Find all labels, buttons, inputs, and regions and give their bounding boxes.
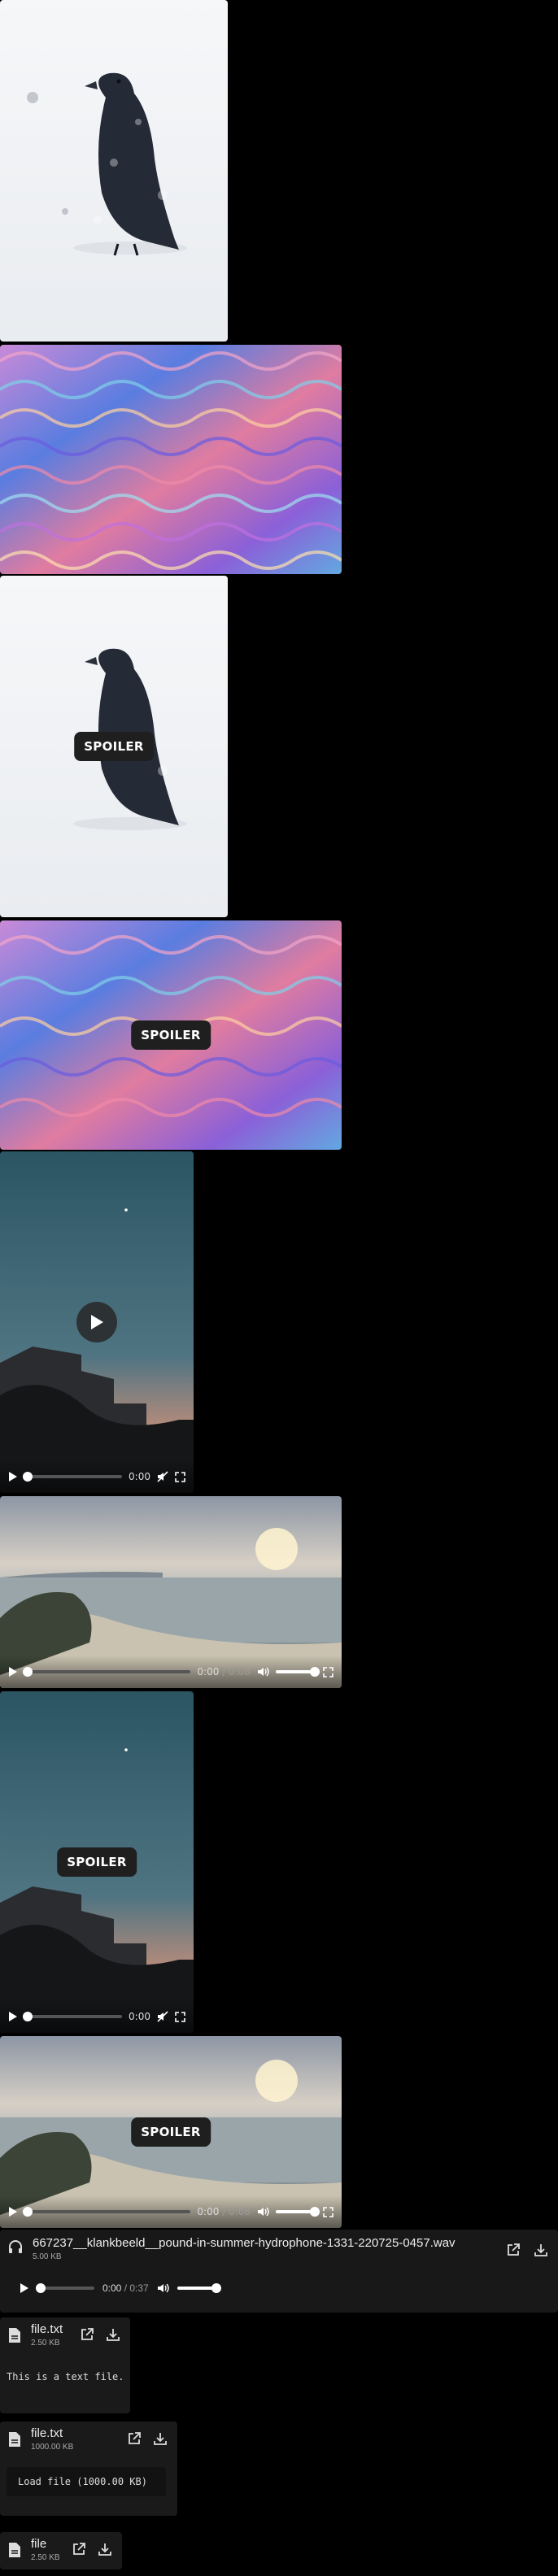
play-icon[interactable]	[8, 2011, 18, 2022]
seek-knob[interactable]	[23, 1667, 33, 1677]
audio-time: 0:00 / 0:37	[102, 2282, 149, 2294]
video-portrait[interactable]: 0:00	[0, 1151, 194, 1493]
waves-image[interactable]	[0, 345, 342, 574]
video-time-current: 0:00	[197, 2206, 220, 2217]
file-icon	[8, 2431, 21, 2448]
play-icon	[91, 1315, 103, 1329]
open-external-icon[interactable]	[80, 2327, 94, 2342]
fullscreen-icon[interactable]	[323, 2206, 333, 2217]
volume-icon[interactable]	[257, 1666, 269, 1677]
volume-slider[interactable]	[276, 2207, 320, 2217]
file-icon	[8, 2327, 21, 2343]
file-size: 1000.00 KB	[31, 2443, 74, 2452]
fullscreen-icon[interactable]	[323, 1666, 333, 1677]
play-icon[interactable]	[8, 1471, 18, 1482]
open-external-icon[interactable]	[72, 2542, 86, 2556]
download-icon[interactable]	[153, 2431, 168, 2446]
spoiler-label[interactable]: SPOILER	[74, 732, 154, 761]
file-attachment-text: file.txt 2.50 KB This is a text file.	[0, 2317, 130, 2413]
audio-seek-bar[interactable]	[36, 2283, 94, 2293]
open-external-icon[interactable]	[506, 2243, 521, 2257]
play-icon[interactable]	[8, 1666, 18, 1677]
audio-volume-knob[interactable]	[211, 2283, 221, 2293]
audio-time-current: 0:00	[102, 2282, 122, 2294]
download-icon[interactable]	[106, 2327, 120, 2342]
video-time: 0:00 / 0:08	[197, 2206, 251, 2217]
open-external-icon[interactable]	[127, 2431, 142, 2446]
waves-picture	[0, 345, 342, 574]
video-controls: 0:00	[0, 1460, 194, 1493]
spoiler-label[interactable]: SPOILER	[57, 1847, 137, 1877]
spoiler-label[interactable]: SPOILER	[131, 1020, 211, 1050]
seek-knob[interactable]	[23, 1472, 33, 1482]
volume-knob[interactable]	[310, 2207, 320, 2217]
volume-slider[interactable]	[276, 1667, 320, 1677]
video-portrait-spoiler[interactable]: SPOILER 0:00	[0, 1691, 194, 2033]
video-landscape-spoiler[interactable]: SPOILER 0:00 / 0:08	[0, 2036, 342, 2228]
video-time: 0:00 / 0:08	[197, 1666, 251, 1677]
fullscreen-icon[interactable]	[175, 2011, 185, 2022]
volume-knob[interactable]	[310, 1667, 320, 1677]
audio-volume-slider[interactable]	[177, 2283, 221, 2293]
video-time-total: 0:08	[229, 1666, 251, 1677]
audio-time-total: 0:37	[129, 2282, 149, 2294]
video-time-total: 0:08	[229, 2206, 251, 2217]
download-icon[interactable]	[534, 2243, 548, 2257]
video-time: 0:00	[129, 1471, 150, 1482]
seek-bar[interactable]	[23, 1472, 123, 1482]
seek-bar[interactable]	[23, 2207, 191, 2217]
file-name[interactable]: file	[31, 2537, 46, 2551]
file-attachment-binary: file 2.50 KB	[0, 2532, 122, 2569]
file-text-preview: This is a text file.	[7, 2371, 124, 2382]
video-controls: 0:00	[0, 2000, 194, 2033]
video-time-total-wrap: / 0:08	[222, 2206, 251, 2217]
file-icon	[8, 2542, 21, 2558]
audio-seek-knob[interactable]	[36, 2283, 46, 2293]
audio-player: 0:00 / 0:37	[8, 2275, 252, 2301]
audio-size: 5.00 KB	[33, 2252, 62, 2261]
spoiler-label[interactable]: SPOILER	[131, 2117, 211, 2147]
play-icon[interactable]	[20, 2282, 29, 2294]
video-time-current: 0:00	[197, 1666, 220, 1677]
play-icon[interactable]	[8, 2206, 18, 2217]
seek-knob[interactable]	[23, 2207, 33, 2217]
download-icon[interactable]	[98, 2542, 112, 2556]
seek-knob[interactable]	[23, 2012, 33, 2021]
headphones-icon	[8, 2239, 23, 2254]
audio-filename[interactable]: 667237__klankbeeld__pound-in-summer-hydr…	[33, 2236, 496, 2250]
file-name[interactable]: file.txt	[31, 2322, 63, 2336]
raven-image[interactable]	[0, 0, 228, 342]
video-landscape[interactable]: 0:00 / 0:08	[0, 1496, 342, 1688]
video-time: 0:00	[129, 2011, 150, 2022]
file-size: 2.50 KB	[31, 2339, 60, 2348]
video-time-total-wrap: / 0:08	[222, 1666, 251, 1677]
volume-icon[interactable]	[257, 2206, 269, 2217]
muted-icon[interactable]	[157, 1471, 168, 1482]
raven-picture	[0, 0, 228, 342]
audio-attachment: 667237__klankbeeld__pound-in-summer-hydr…	[0, 2230, 558, 2313]
load-file-button[interactable]: Load file (1000.00 KB)	[7, 2467, 166, 2496]
video-controls: 0:00 / 0:08	[0, 2195, 342, 2228]
seek-bar[interactable]	[23, 1667, 191, 1677]
fullscreen-icon[interactable]	[175, 1471, 185, 1482]
video-controls: 0:00 / 0:08	[0, 1656, 342, 1688]
file-size: 2.50 KB	[31, 2553, 60, 2562]
audio-time-sep: /	[121, 2282, 130, 2294]
file-name[interactable]: file.txt	[31, 2426, 63, 2440]
muted-icon[interactable]	[157, 2011, 168, 2022]
seek-bar[interactable]	[23, 2012, 123, 2021]
play-overlay-button[interactable]	[76, 1302, 117, 1342]
raven-image-spoiler[interactable]: SPOILER	[0, 576, 228, 917]
waves-image-spoiler[interactable]: SPOILER	[0, 920, 342, 1150]
file-attachment-large: file.txt 1000.00 KB Load file (1000.00 K…	[0, 2422, 177, 2516]
volume-icon[interactable]	[157, 2282, 169, 2294]
